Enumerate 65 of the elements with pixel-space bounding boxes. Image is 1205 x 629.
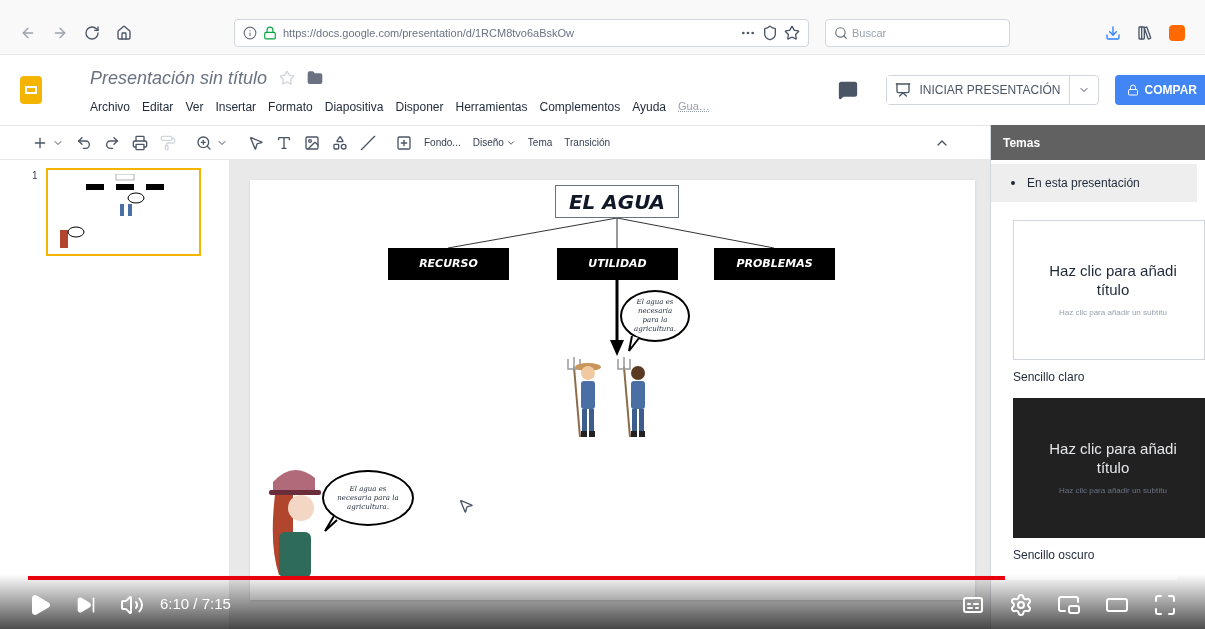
search-placeholder: Buscar xyxy=(852,25,887,41)
toolbar-button[interactable]: Tema xyxy=(527,135,553,150)
menu-item[interactable]: Complementos xyxy=(539,97,621,116)
lock-icon xyxy=(263,26,277,40)
share-button[interactable]: COMPAR xyxy=(1114,75,1205,105)
menu-item[interactable]: Diapositiva xyxy=(324,97,384,116)
bullet-icon xyxy=(1011,181,1015,185)
comments-icon[interactable] xyxy=(838,80,859,100)
section-label: En esta presentación xyxy=(1027,175,1140,192)
folder-icon[interactable] xyxy=(307,70,324,86)
preview-title: Haz clic para añadi título xyxy=(1049,261,1177,299)
theme-section-header[interactable]: En esta presentación xyxy=(991,164,1197,202)
slide-thumbnail[interactable] xyxy=(45,168,201,256)
image-icon[interactable] xyxy=(304,134,320,151)
star-icon[interactable] xyxy=(279,70,296,86)
slide-title: EL AGUA xyxy=(568,188,666,216)
download-icon[interactable] xyxy=(1105,25,1121,41)
theme-preview[interactable]: Haz clic para añadi título Haz clic para añadir un subtítu xyxy=(1013,220,1205,360)
bookmark-star-icon[interactable] xyxy=(784,25,800,41)
menu-item[interactable]: Herramientas xyxy=(455,97,528,116)
time-display: 6:10 / 7:15 xyxy=(160,594,231,615)
menu-item[interactable]: Ayuda xyxy=(632,97,667,116)
home-icon[interactable] xyxy=(116,25,132,41)
info-icon xyxy=(243,26,257,40)
print-icon[interactable] xyxy=(132,134,148,151)
preview-title: Haz clic para añadi título xyxy=(1049,439,1177,477)
text-box-icon[interactable] xyxy=(276,134,292,151)
library-icon[interactable] xyxy=(1137,25,1153,41)
slide-number: 1 xyxy=(32,169,38,183)
panel-title: Temas xyxy=(1003,134,1041,152)
play-slide-icon xyxy=(895,82,912,98)
menu-item[interactable]: Ver xyxy=(185,97,204,116)
lock-icon xyxy=(1126,84,1139,96)
fullscreen-icon[interactable] xyxy=(1153,592,1177,617)
select-icon[interactable] xyxy=(248,134,264,151)
menu-item[interactable]: Archivo xyxy=(90,97,130,116)
save-status: Gua… xyxy=(678,99,710,115)
menu-item[interactable]: Editar xyxy=(142,97,174,116)
branch-label: RECURSO xyxy=(419,255,478,272)
theme-name: Sencillo claro xyxy=(1013,369,1086,386)
search-icon xyxy=(834,26,848,40)
theme-name: Sencillo oscuro xyxy=(1013,547,1096,564)
toolbar-button[interactable]: Transición xyxy=(564,135,611,150)
settings-icon[interactable] xyxy=(1009,592,1033,617)
preview-subtitle: Haz clic para añadir un subtítu xyxy=(1058,307,1168,319)
preview-subtitle: Haz clic para añadir un subtítu xyxy=(1058,485,1168,497)
menu-item[interactable]: Disponer xyxy=(395,97,444,116)
undo-icon[interactable] xyxy=(76,134,92,151)
address-bar[interactable]: https://docs.google.com/presentation/d/1RCM8tvo6aBskOw xyxy=(234,19,809,47)
mouse-cursor-icon xyxy=(458,498,474,514)
theme-preview[interactable]: Haz clic para añadi título Haz clic para añadir un subtítu xyxy=(1013,398,1205,538)
line-icon[interactable] xyxy=(360,134,376,151)
url-text: https://docs.google.com/presentation/d/1RCM8tvo6aBskOw xyxy=(283,25,575,41)
document-title[interactable]: Presentación sin título xyxy=(90,64,268,92)
menu-item[interactable]: Insertar xyxy=(215,97,257,116)
branch-label: UTILIDAD xyxy=(588,255,647,272)
menu-item[interactable]: Formato xyxy=(268,97,313,116)
zoom-icon[interactable] xyxy=(196,134,212,151)
branch-label: PROBLEMAS xyxy=(736,255,813,272)
reload-icon[interactable] xyxy=(84,25,100,41)
toolbar-button[interactable]: Fondo... xyxy=(424,135,461,150)
redo-icon[interactable] xyxy=(104,134,120,151)
shapes-icon[interactable] xyxy=(332,134,348,151)
slides-logo-icon xyxy=(20,76,42,104)
toolbar-button[interactable]: Diseño xyxy=(472,135,516,150)
